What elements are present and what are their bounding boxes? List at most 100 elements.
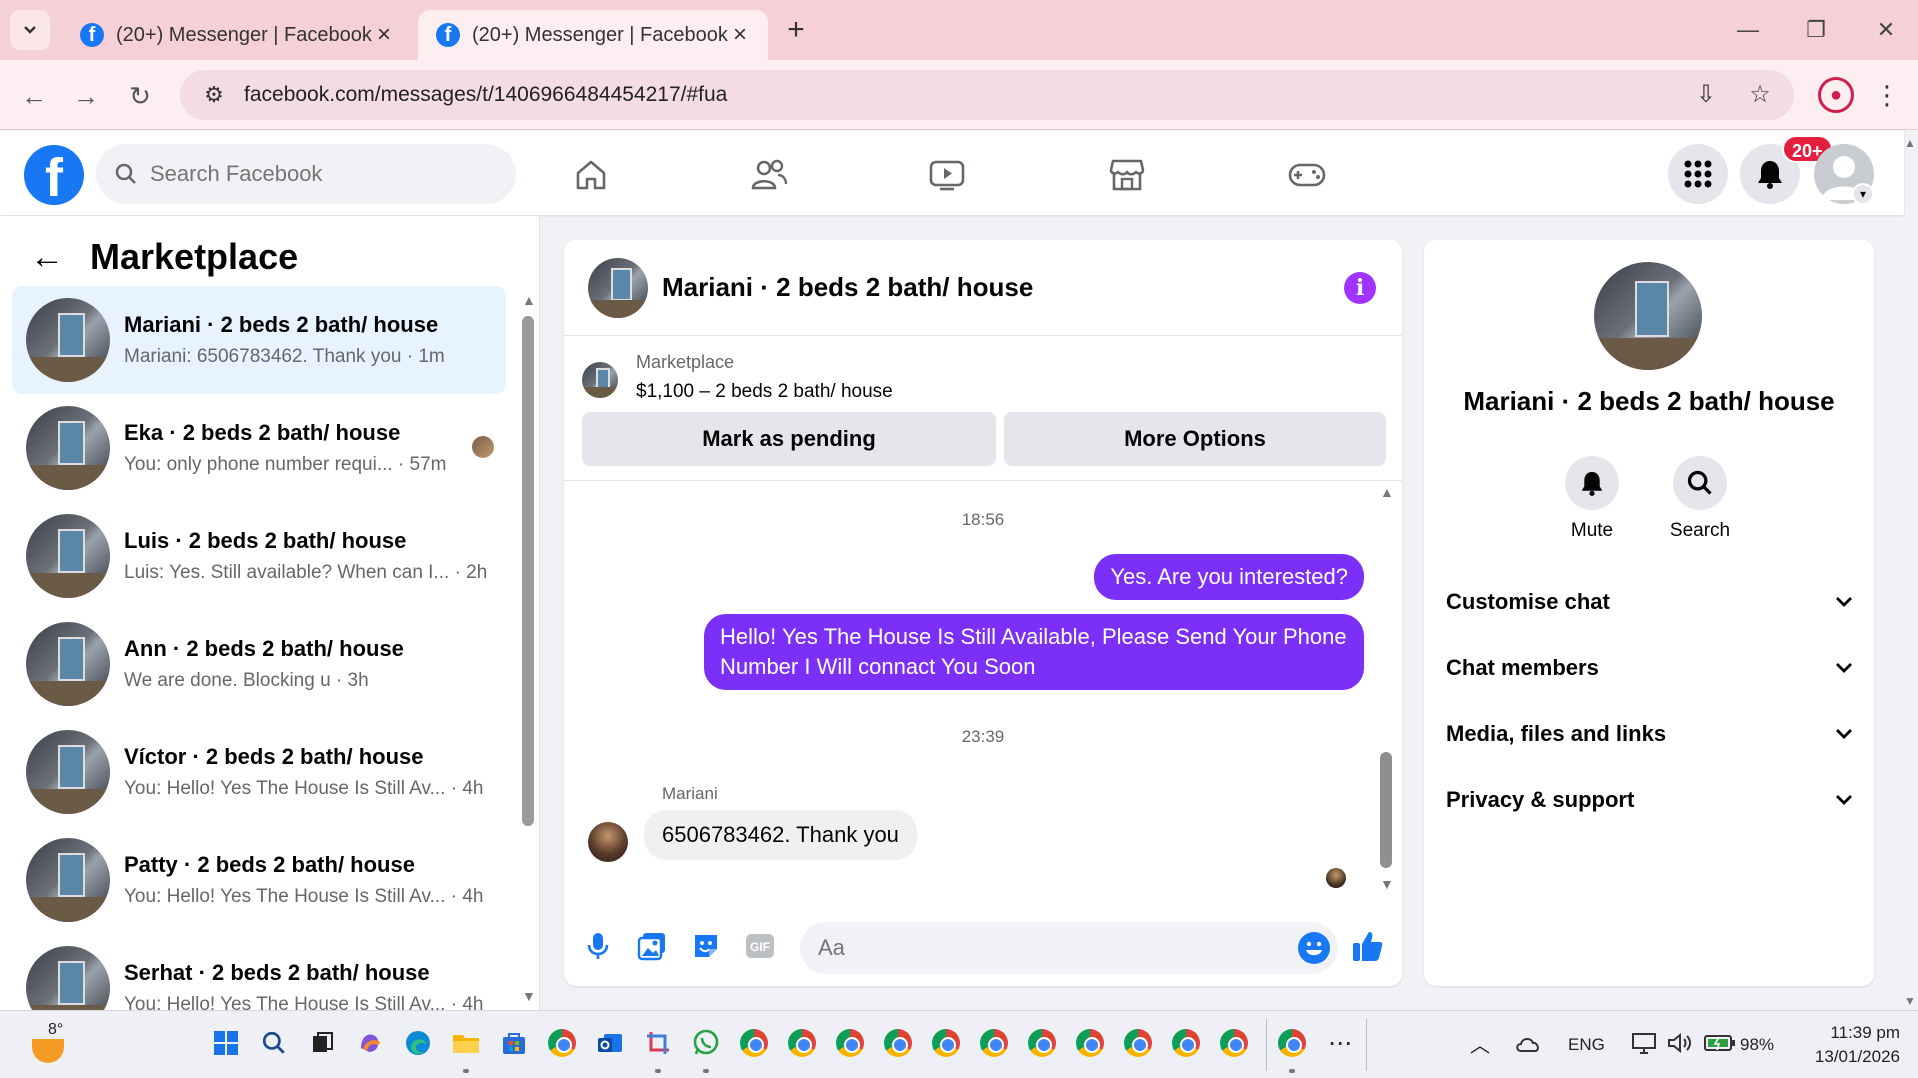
store-app[interactable] — [498, 1027, 530, 1059]
tab-close-icon[interactable]: × — [728, 21, 752, 49]
chat-scrollbar[interactable] — [1380, 752, 1392, 868]
file-explorer-app[interactable] — [450, 1027, 482, 1059]
chrome-window[interactable] — [834, 1027, 866, 1059]
chat-scroll-down-icon[interactable]: ▼ — [1380, 876, 1394, 892]
sender-avatar[interactable] — [588, 822, 628, 862]
chrome-window[interactable] — [1218, 1027, 1250, 1059]
chrome-window-active[interactable] — [1276, 1027, 1308, 1059]
browser-profile-icon[interactable]: ● — [1818, 77, 1854, 113]
chrome-window[interactable] — [1074, 1027, 1106, 1059]
page-scroll-down-arrow-icon[interactable]: ▼ — [1904, 994, 1916, 1008]
mark-as-pending-button[interactable]: Mark as pending — [582, 412, 996, 466]
reload-icon[interactable]: ↻ — [122, 78, 158, 114]
conversation-item[interactable]: Patty · 2 beds 2 bath/ house You: Hello!… — [12, 826, 506, 934]
conversation-item[interactable]: Víctor · 2 beds 2 bath/ house You: Hello… — [12, 718, 506, 826]
facebook-search-input[interactable] — [150, 161, 490, 187]
url-text[interactable]: facebook.com/messages/t/1406966484454217… — [244, 83, 1686, 107]
tab-search-button[interactable] — [10, 10, 50, 50]
sidebar-scroll-down-icon[interactable]: ▼ — [522, 988, 536, 1004]
chrome-window[interactable] — [978, 1027, 1010, 1059]
system-clock[interactable]: 11:39 pm 13/01/2026 — [1780, 1021, 1900, 1069]
message-input-box[interactable] — [800, 922, 1338, 974]
back-arrow-icon[interactable]: ← — [16, 78, 52, 114]
mute-button[interactable]: Mute — [1552, 456, 1632, 542]
nav-gaming[interactable] — [1262, 145, 1352, 205]
tab-close-icon[interactable]: × — [372, 21, 396, 49]
conversation-item[interactable]: Ann · 2 beds 2 bath/ house We are done. … — [12, 610, 506, 718]
chat-members-section[interactable]: Chat members — [1446, 648, 1856, 688]
like-button[interactable] — [1348, 926, 1388, 966]
nav-friends[interactable] — [724, 145, 814, 205]
window-close-icon[interactable]: ✕ — [1866, 14, 1906, 46]
weather-widget[interactable]: 8° — [30, 1021, 70, 1067]
chat-scroll-up-icon[interactable]: ▲ — [1380, 484, 1394, 500]
facebook-logo-icon[interactable]: f — [24, 145, 84, 205]
photo-attach-button[interactable] — [632, 926, 672, 966]
onedrive-tray[interactable] — [1512, 1027, 1544, 1059]
microphone-button[interactable] — [578, 926, 618, 966]
edge-app[interactable] — [402, 1027, 434, 1059]
facebook-search-box[interactable] — [96, 144, 516, 204]
taskbar-search-button[interactable] — [258, 1027, 290, 1059]
task-view-button[interactable] — [306, 1027, 338, 1059]
marketplace-listing[interactable]: Marketplace $1,100 – 2 beds 2 bath/ hous… — [582, 352, 893, 403]
sticker-button[interactable] — [686, 926, 726, 966]
chrome-window[interactable] — [1026, 1027, 1058, 1059]
start-button[interactable] — [210, 1027, 242, 1059]
chrome-app[interactable] — [546, 1027, 578, 1059]
nav-video[interactable] — [902, 145, 992, 205]
back-arrow-icon[interactable]: ← — [30, 238, 64, 277]
forward-arrow-icon[interactable]: → — [68, 78, 104, 114]
customise-chat-section[interactable]: Customise chat — [1446, 582, 1856, 622]
outgoing-message[interactable]: Yes. Are you interested? — [1094, 554, 1364, 600]
address-bar[interactable]: ⚙ facebook.com/messages/t/14069664844542… — [180, 70, 1794, 120]
minimize-icon[interactable]: — — [1728, 14, 1768, 46]
conversation-item[interactable]: Eka · 2 beds 2 bath/ house You: only pho… — [12, 394, 506, 502]
more-apps-ellipsis-icon[interactable]: ⋯ — [1324, 1027, 1356, 1059]
gif-button[interactable]: GIF — [740, 926, 780, 966]
chrome-window[interactable] — [930, 1027, 962, 1059]
browser-tab-1[interactable]: f (20+) Messenger | Facebook × — [62, 10, 412, 60]
bookmark-star-icon[interactable]: ☆ — [1740, 75, 1780, 115]
chrome-window[interactable] — [882, 1027, 914, 1059]
chat-avatar[interactable] — [588, 257, 648, 318]
info-icon[interactable]: i — [1344, 271, 1376, 304]
outgoing-message[interactable]: Hello! Yes The House Is Still Available,… — [704, 614, 1364, 690]
privacy-support-section[interactable]: Privacy & support — [1446, 780, 1856, 820]
search-in-conversation-button[interactable]: Search — [1660, 456, 1740, 542]
message-input[interactable] — [818, 935, 1278, 961]
outlook-app[interactable] — [594, 1027, 626, 1059]
nav-home[interactable] — [546, 145, 636, 205]
emoji-icon[interactable] — [1298, 932, 1330, 964]
conversation-item[interactable]: Luis · 2 beds 2 bath/ house Luis: Yes. S… — [12, 502, 506, 610]
network-tray[interactable] — [1628, 1027, 1660, 1059]
more-options-button[interactable]: More Options — [1004, 412, 1386, 466]
chrome-window[interactable] — [1122, 1027, 1154, 1059]
browser-tab-2[interactable]: f (20+) Messenger | Facebook × — [418, 10, 768, 60]
install-app-icon[interactable]: ⇩ — [1686, 75, 1726, 115]
chrome-window[interactable] — [738, 1027, 770, 1059]
input-language[interactable]: ENG — [1568, 1035, 1605, 1055]
conversation-item[interactable]: Serhat · 2 beds 2 bath/ house You: Hello… — [12, 934, 506, 1010]
account-chevron-down-icon[interactable]: ▾ — [1852, 183, 1874, 205]
whatsapp-app[interactable] — [690, 1027, 722, 1059]
chrome-window[interactable] — [786, 1027, 818, 1059]
conversation-item[interactable]: Mariani · 2 beds 2 bath/ house Mariani: … — [12, 286, 506, 394]
chat-title[interactable]: Mariani · 2 beds 2 bath/ house — [662, 272, 1344, 303]
incoming-message[interactable]: 6506783462. Thank you — [644, 810, 917, 860]
show-hidden-icons-chevron-up-icon[interactable]: ︿ — [1464, 1027, 1496, 1059]
snipping-tool-app[interactable] — [642, 1027, 674, 1059]
volume-tray[interactable] — [1664, 1027, 1696, 1059]
site-info-icon[interactable]: ⚙ — [194, 82, 234, 108]
sidebar-scrollbar[interactable] — [522, 316, 534, 826]
restore-icon[interactable]: ❐ — [1796, 14, 1836, 46]
media-files-links-section[interactable]: Media, files and links — [1446, 714, 1856, 754]
menu-grid-button[interactable] — [1668, 144, 1728, 204]
battery-tray[interactable] — [1704, 1027, 1736, 1059]
browser-menu-icon[interactable]: ⋮ — [1872, 77, 1902, 113]
nav-marketplace[interactable] — [1082, 145, 1172, 205]
page-scroll-up-arrow-icon[interactable]: ▲ — [1904, 136, 1916, 150]
chrome-window[interactable] — [1170, 1027, 1202, 1059]
info-avatar[interactable] — [1594, 262, 1702, 370]
new-tab-button[interactable]: + — [780, 14, 812, 46]
